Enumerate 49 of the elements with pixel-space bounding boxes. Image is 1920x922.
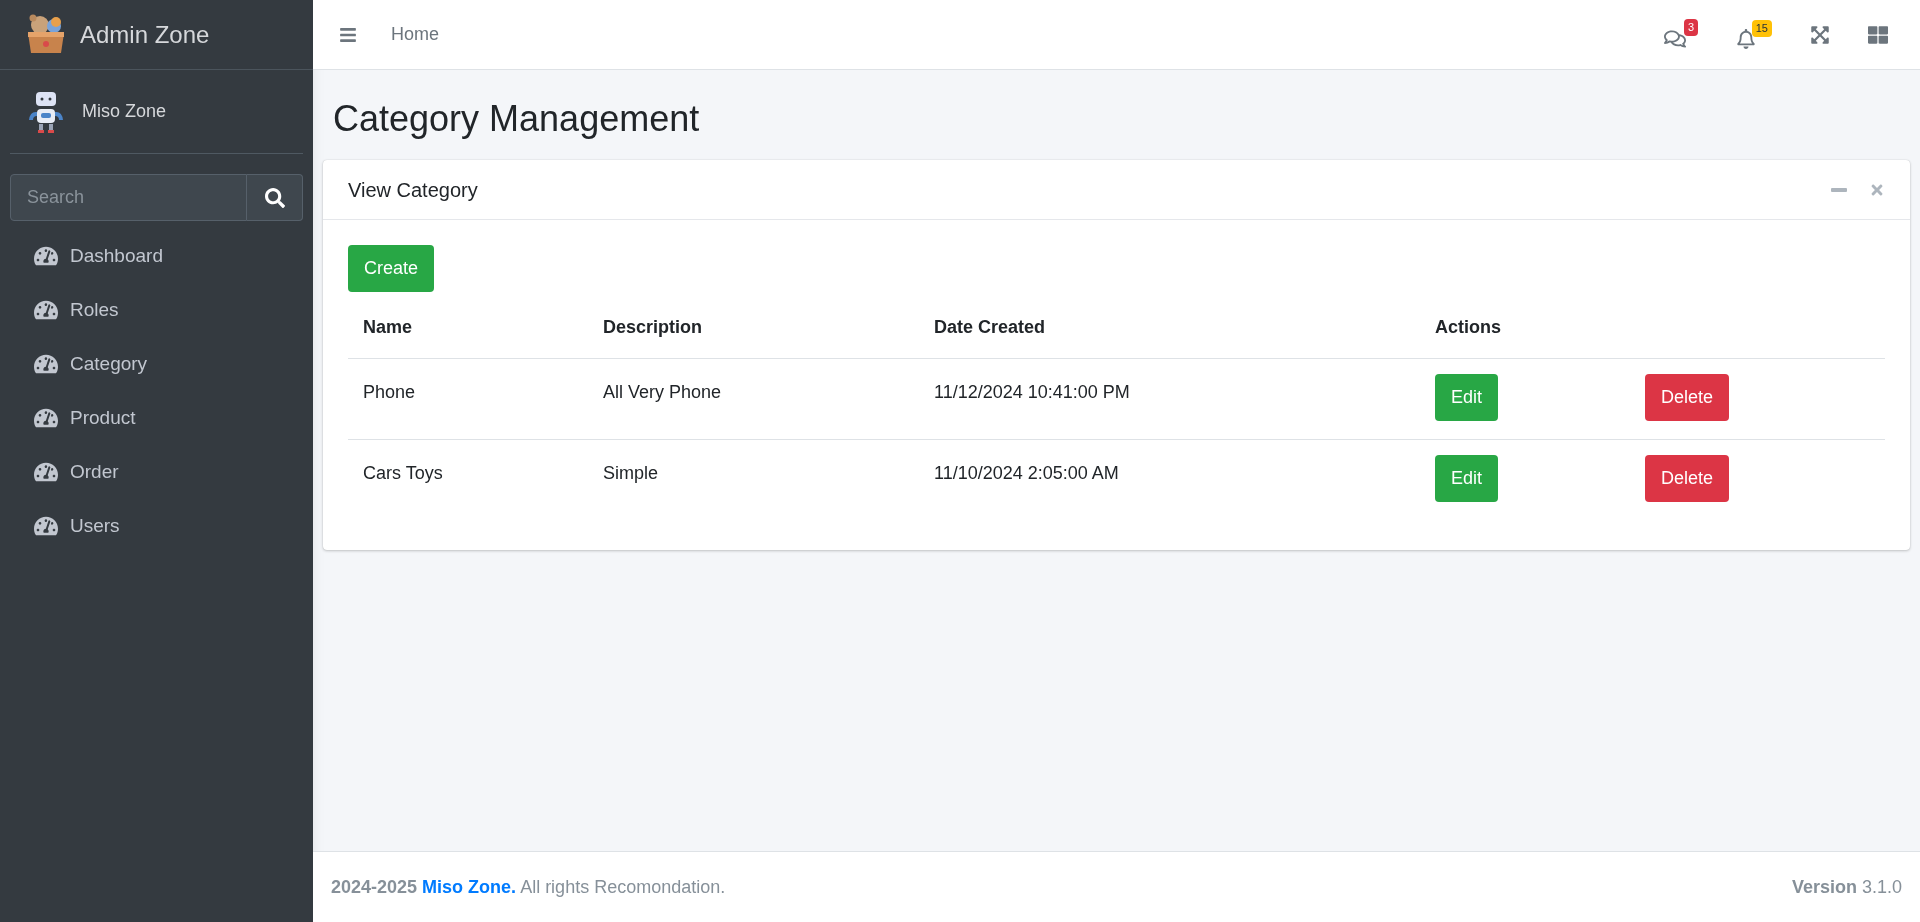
nav-item[interactable]: Roles xyxy=(10,283,303,337)
menu-button[interactable] xyxy=(339,25,357,44)
table-cell: All Very Phone xyxy=(603,381,722,402)
table-cell: 11/10/2024 2:05:00 AM xyxy=(934,462,1119,483)
column-header: Actions xyxy=(1435,317,1501,338)
column-header: Description xyxy=(603,317,703,338)
fullscreen-button[interactable] xyxy=(1810,24,1830,45)
delete-button[interactable]: Delete xyxy=(1645,373,1730,421)
gauge-icon xyxy=(34,298,58,322)
delete-button[interactable]: Delete xyxy=(1645,454,1730,502)
nav-item[interactable]: Dashboard xyxy=(10,229,303,283)
apps-button[interactable] xyxy=(1868,24,1888,45)
table-cell: Cars Toys xyxy=(363,462,443,483)
bell-icon xyxy=(1736,29,1756,49)
minus-icon xyxy=(1831,187,1847,192)
version-text: Version 3.1.0 xyxy=(1791,875,1902,899)
column-header: Date Created xyxy=(934,317,1046,338)
gauge-icon xyxy=(34,244,58,268)
notifications-button[interactable]: 15 xyxy=(1736,20,1772,49)
gauge-icon xyxy=(34,514,58,538)
nav-item[interactable]: Category xyxy=(10,337,303,391)
copyright-text: 2024-2025 Miso Zone. All rights Recomondation. xyxy=(331,875,726,899)
menu-icon xyxy=(339,25,357,44)
column-header: Name xyxy=(363,317,413,338)
search-button[interactable] xyxy=(247,174,303,221)
gauge-icon xyxy=(34,460,58,484)
brand-name[interactable]: Admin Zone xyxy=(80,16,210,53)
footer-link[interactable]: Miso Zone. xyxy=(422,876,517,897)
home-link[interactable]: Home xyxy=(391,21,439,48)
table-cell: Simple xyxy=(603,462,659,483)
page-title: Category Management xyxy=(333,97,701,141)
chat-icon xyxy=(1664,28,1686,50)
user-name[interactable]: Miso Zone xyxy=(82,98,167,125)
card-title: View Category xyxy=(348,177,478,203)
grid-icon xyxy=(1868,24,1888,45)
expand-icon xyxy=(1810,24,1830,45)
search-icon xyxy=(264,187,285,208)
nav-item[interactable]: Users xyxy=(10,499,303,553)
search-field[interactable]: Search xyxy=(10,174,247,221)
gauge-icon xyxy=(34,406,58,430)
notification-count-badge: 15 xyxy=(1751,20,1772,37)
table-cell: Phone xyxy=(363,381,416,402)
message-count-badge: 3 xyxy=(1683,19,1698,36)
nav-item[interactable]: Order xyxy=(10,445,303,499)
messages-button[interactable]: 3 xyxy=(1664,19,1698,50)
robot-avatar xyxy=(26,89,66,134)
nav-item[interactable]: Product xyxy=(10,391,303,445)
gauge-icon xyxy=(34,352,58,376)
table-cell: 11/12/2024 10:41:00 PM xyxy=(934,381,1130,402)
